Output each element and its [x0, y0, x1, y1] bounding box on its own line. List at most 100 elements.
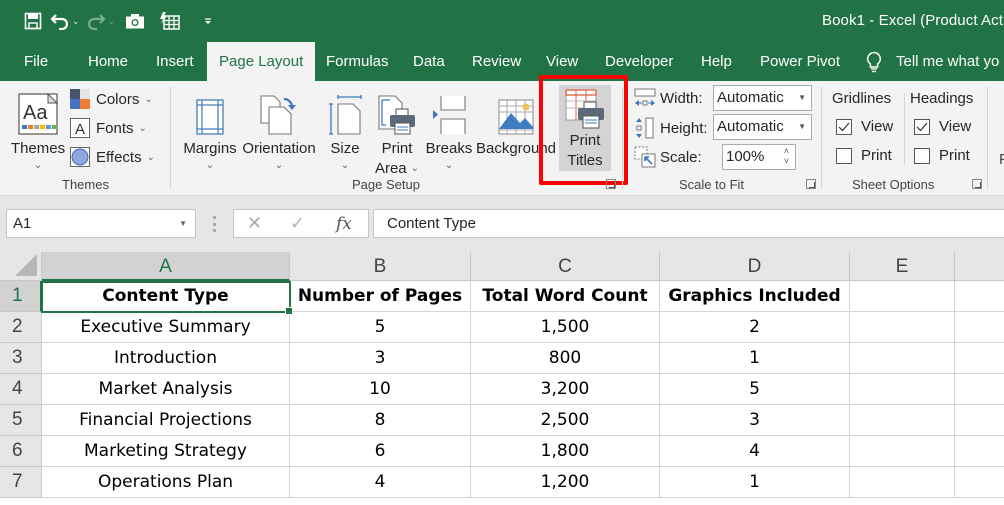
effects-button[interactable]: Effects ⌄	[70, 146, 155, 168]
data-cell[interactable]	[955, 405, 1004, 436]
form-button[interactable]	[159, 9, 181, 33]
tell-me-search[interactable]: Tell me what yo	[866, 42, 999, 81]
resize-handle[interactable]	[213, 216, 216, 232]
data-cell[interactable]: 2,500	[471, 405, 660, 436]
data-cell[interactable]: 1	[660, 467, 850, 498]
data-cell[interactable]	[955, 374, 1004, 405]
size-button[interactable]: Size ⌄	[328, 87, 362, 173]
data-cell[interactable]: Introduction	[42, 343, 290, 374]
spin-up-icon[interactable]: ˄	[784, 146, 789, 156]
column-header-e[interactable]: E	[850, 252, 955, 281]
tab-file[interactable]: File	[24, 42, 48, 81]
tab-view[interactable]: View	[546, 42, 578, 81]
page-setup-launcher-icon[interactable]	[606, 179, 616, 189]
data-cell[interactable]: 8	[290, 405, 471, 436]
row-header-1[interactable]: 1	[0, 281, 42, 312]
data-cell[interactable]	[850, 436, 955, 467]
name-box[interactable]: A1 ▼	[6, 209, 196, 238]
data-cell[interactable]: 3,200	[471, 374, 660, 405]
row-header-6[interactable]: 6	[0, 436, 42, 467]
row-header-3[interactable]: 3	[0, 343, 42, 374]
tab-developer[interactable]: Developer	[605, 42, 673, 81]
data-cell[interactable]	[955, 467, 1004, 498]
header-cell[interactable]: Content Type	[42, 281, 290, 312]
width-select[interactable]: Automatic ▼	[713, 85, 812, 111]
header-cell[interactable]	[850, 281, 955, 312]
row-header-2[interactable]: 2	[0, 312, 42, 343]
insert-function-icon[interactable]: fx	[336, 214, 352, 234]
scale-to-fit-launcher-icon[interactable]	[806, 179, 816, 189]
data-cell[interactable]	[850, 405, 955, 436]
row-header-4[interactable]: 4	[0, 374, 42, 405]
data-cell[interactable]: 3	[660, 405, 850, 436]
background-button[interactable]: Background	[476, 87, 556, 159]
customize-qat-button[interactable]	[203, 9, 213, 33]
header-cell[interactable]	[955, 281, 1004, 312]
cancel-icon[interactable]: ✕	[247, 213, 262, 234]
tab-page-layout[interactable]: Page Layout	[207, 42, 316, 81]
colors-button[interactable]: Colors ⌄	[70, 88, 153, 110]
camera-button[interactable]	[125, 9, 145, 33]
data-cell[interactable]: 10	[290, 374, 471, 405]
gridlines-print-checkbox[interactable]: Print	[836, 147, 892, 164]
data-cell[interactable]: Marketing Strategy	[42, 436, 290, 467]
data-cell[interactable]: 4	[290, 467, 471, 498]
data-cell[interactable]: 5	[290, 312, 471, 343]
column-header-next[interactable]	[955, 252, 1004, 281]
data-cell[interactable]	[955, 436, 1004, 467]
undo-button[interactable]	[50, 9, 70, 33]
enter-icon[interactable]: ✓	[290, 213, 305, 234]
headings-view-checkbox[interactable]: View	[914, 118, 971, 135]
tab-review[interactable]: Review	[472, 42, 521, 81]
data-cell[interactable]: 3	[290, 343, 471, 374]
data-cell[interactable]: 2	[660, 312, 850, 343]
column-header-a[interactable]: A	[42, 252, 290, 281]
gridlines-view-checkbox[interactable]: View	[836, 118, 893, 135]
row-header-5[interactable]: 5	[0, 405, 42, 436]
column-header-c[interactable]: C	[471, 252, 660, 281]
redo-dropdown-icon[interactable]: ⌄	[108, 16, 116, 27]
data-cell[interactable]: Market Analysis	[42, 374, 290, 405]
print-titles-button[interactable]: Print Titles	[559, 85, 611, 171]
orientation-button[interactable]: Orientation ⌄	[241, 87, 317, 173]
data-cell[interactable]: 1	[660, 343, 850, 374]
row-header-7[interactable]: 7	[0, 467, 42, 498]
data-cell[interactable]: 4	[660, 436, 850, 467]
height-select[interactable]: Automatic ▼	[713, 114, 812, 140]
data-cell[interactable]: 800	[471, 343, 660, 374]
data-cell[interactable]: 6	[290, 436, 471, 467]
tab-help[interactable]: Help	[701, 42, 732, 81]
data-cell[interactable]: Financial Projections	[42, 405, 290, 436]
scale-spinner[interactable]: 100% ˄ ˅	[722, 144, 796, 170]
save-button[interactable]	[24, 9, 42, 33]
column-header-b[interactable]: B	[290, 252, 471, 281]
data-cell[interactable]	[850, 312, 955, 343]
data-cell[interactable]: 1,500	[471, 312, 660, 343]
fonts-button[interactable]: A Fonts ⌄	[70, 117, 147, 139]
header-cell[interactable]: Number of Pages	[290, 281, 471, 312]
breaks-button[interactable]: Breaks ⌄	[426, 87, 472, 173]
print-area-button[interactable]: Print Area ⌄	[372, 87, 422, 179]
data-cell[interactable]	[955, 343, 1004, 374]
data-cell[interactable]: 5	[660, 374, 850, 405]
tab-formulas[interactable]: Formulas	[326, 42, 389, 81]
data-cell[interactable]	[850, 467, 955, 498]
select-all-button[interactable]	[0, 252, 42, 281]
tab-power-pivot[interactable]: Power Pivot	[760, 42, 840, 81]
headings-print-checkbox[interactable]: Print	[914, 147, 970, 164]
margins-button[interactable]: Margins ⌄	[182, 87, 238, 173]
data-cell[interactable]	[850, 374, 955, 405]
themes-button[interactable]: Aa Themes ⌄	[10, 87, 66, 173]
header-cell[interactable]: Graphics Included	[660, 281, 850, 312]
tab-home[interactable]: Home	[88, 42, 128, 81]
header-cell[interactable]: Total Word Count	[471, 281, 660, 312]
sheet-options-launcher-icon[interactable]	[972, 179, 982, 189]
tab-data[interactable]: Data	[413, 42, 445, 81]
column-header-d[interactable]: D	[660, 252, 850, 281]
spin-down-icon[interactable]: ˅	[784, 156, 789, 166]
data-cell[interactable]	[850, 343, 955, 374]
data-cell[interactable]: Operations Plan	[42, 467, 290, 498]
undo-dropdown-icon[interactable]: ⌄	[72, 16, 80, 27]
data-cell[interactable]	[955, 312, 1004, 343]
data-cell[interactable]: 1,200	[471, 467, 660, 498]
